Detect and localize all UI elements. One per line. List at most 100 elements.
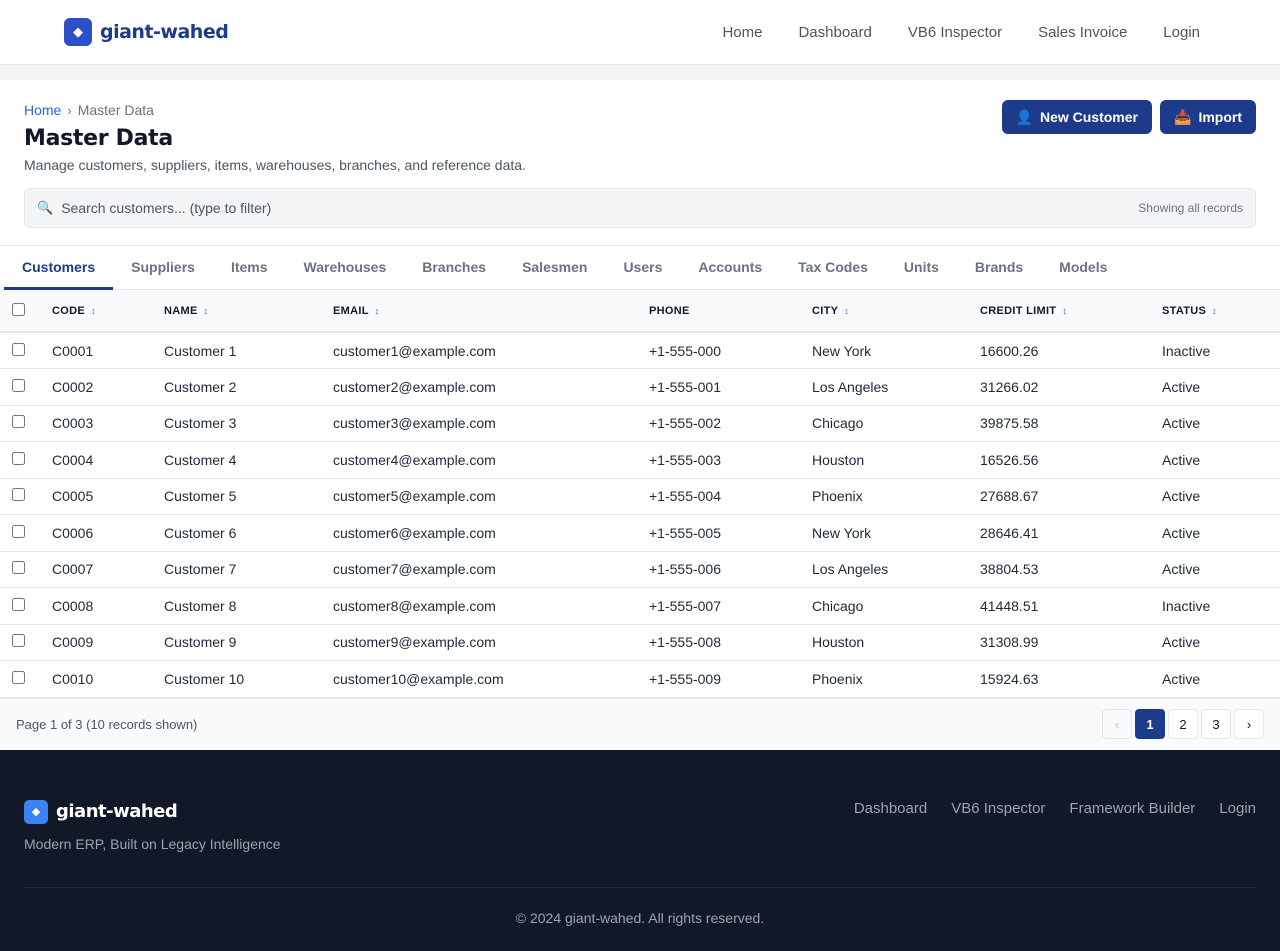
cell-status: Active bbox=[1162, 634, 1201, 651]
tab-models[interactable]: Models bbox=[1041, 246, 1125, 290]
row-checkbox[interactable] bbox=[12, 634, 25, 648]
cell-phone: +1-555-007 bbox=[649, 597, 722, 614]
cell-status: Active bbox=[1162, 561, 1201, 578]
row-checkbox[interactable] bbox=[12, 488, 25, 502]
master-data-tabs: Customers Suppliers Items Warehouses Bra… bbox=[0, 245, 1280, 290]
cell-name: Customer 8 bbox=[164, 597, 237, 614]
table-row[interactable]: C0007 Customer 7 customer7@example.com +1-5… bbox=[0, 551, 1280, 588]
cell-phone: +1-555-006 bbox=[649, 561, 722, 578]
row-checkbox[interactable] bbox=[12, 451, 25, 465]
cell-code: C0004 bbox=[52, 451, 94, 468]
cell-credit-limit: 38804.53 bbox=[980, 561, 1039, 578]
tab-units[interactable]: Units bbox=[886, 246, 957, 290]
sort-icon: ↕ bbox=[844, 305, 850, 316]
cell-code: C0007 bbox=[52, 561, 94, 578]
next-page-button[interactable]: › bbox=[1234, 709, 1264, 739]
cell-code: C0009 bbox=[52, 634, 94, 651]
search-icon: 🔍 bbox=[37, 200, 54, 215]
tab-customers[interactable]: Customers bbox=[4, 246, 114, 290]
pagination-info: Page 1 of 3 (10 records shown) bbox=[16, 716, 198, 732]
column-header-status[interactable]: Status ↕ bbox=[1162, 290, 1280, 332]
cell-name: Customer 5 bbox=[164, 488, 237, 505]
tab-suppliers[interactable]: Suppliers bbox=[113, 246, 213, 290]
tab-brands[interactable]: Brands bbox=[957, 246, 1041, 290]
row-select-cell bbox=[0, 624, 52, 661]
column-header-credit-limit[interactable]: Credit Limit ↕ bbox=[980, 290, 1162, 332]
row-checkbox[interactable] bbox=[12, 597, 25, 611]
cell-name: Customer 3 bbox=[164, 415, 237, 432]
tab-items[interactable]: Items bbox=[213, 246, 286, 290]
row-checkbox[interactable] bbox=[12, 524, 25, 538]
row-select-cell bbox=[0, 405, 52, 442]
table-header-row: Code ↕ Name ↕ Email ↕ Phone City ↕ Credit Li… bbox=[0, 290, 1280, 332]
select-all-checkbox[interactable] bbox=[12, 302, 25, 316]
cell-code: C0005 bbox=[52, 488, 94, 505]
column-header-phone: Phone bbox=[649, 304, 690, 317]
cell-city: Los Angeles bbox=[812, 378, 889, 395]
nav-dashboard[interactable]: Dashboard bbox=[798, 24, 871, 41]
tab-users[interactable]: Users bbox=[605, 246, 680, 290]
import-button[interactable]: 📥 Import bbox=[1160, 100, 1256, 134]
page-2-button[interactable]: 2 bbox=[1168, 709, 1198, 739]
cell-city: Houston bbox=[812, 634, 865, 651]
cell-phone: +1-555-001 bbox=[649, 378, 722, 395]
nav-sales-invoice[interactable]: Sales Invoice bbox=[1038, 24, 1127, 41]
sort-icon: ↕ bbox=[90, 305, 96, 316]
footer-brand[interactable]: ◆ giant-wahed bbox=[24, 799, 178, 824]
search-input[interactable] bbox=[61, 200, 1139, 216]
table-row[interactable]: C0009 Customer 9 customer9@example.com +1-5… bbox=[0, 624, 1280, 661]
prev-page-button[interactable]: ‹ bbox=[1102, 709, 1132, 739]
user-icon: 👤 bbox=[1015, 108, 1033, 125]
column-header-city[interactable]: City ↕ bbox=[812, 290, 980, 332]
cell-status: Active bbox=[1162, 378, 1201, 395]
footer-link-framework-builder[interactable]: Framework Builder bbox=[1069, 800, 1195, 817]
cell-credit-limit: 31308.99 bbox=[980, 634, 1039, 651]
row-checkbox[interactable] bbox=[12, 378, 25, 392]
cell-email: customer10@example.com bbox=[333, 670, 504, 687]
pagination-bar: Page 1 of 3 (10 records shown) ‹ 1 2 3 › bbox=[0, 697, 1280, 750]
row-checkbox[interactable] bbox=[12, 342, 25, 356]
tab-branches[interactable]: Branches bbox=[404, 246, 504, 290]
cell-phone: +1-555-005 bbox=[649, 524, 722, 541]
breadcrumb-home[interactable]: Home bbox=[24, 102, 61, 118]
cell-email: customer5@example.com bbox=[333, 488, 496, 505]
cell-city: New York bbox=[812, 342, 872, 359]
table-row[interactable]: C0010 Customer 10 customer10@example.com +1… bbox=[0, 661, 1280, 697]
nav-login[interactable]: Login bbox=[1163, 24, 1200, 41]
row-checkbox[interactable] bbox=[12, 561, 25, 575]
footer-link-dashboard[interactable]: Dashboard bbox=[854, 800, 927, 817]
cell-city: Chicago bbox=[812, 415, 864, 432]
page-1-button[interactable]: 1 bbox=[1135, 709, 1165, 739]
table-row[interactable]: C0006 Customer 6 customer6@example.com +1-5… bbox=[0, 515, 1280, 551]
row-select-cell bbox=[0, 551, 52, 588]
column-header-name[interactable]: Name ↕ bbox=[164, 290, 333, 332]
nav-home[interactable]: Home bbox=[722, 24, 762, 41]
footer-link-login[interactable]: Login bbox=[1219, 800, 1256, 817]
cell-email: customer3@example.com bbox=[333, 415, 496, 432]
new-customer-label: New Customer bbox=[1039, 109, 1138, 125]
tab-salesmen[interactable]: Salesmen bbox=[504, 246, 605, 290]
table-row[interactable]: C0001 Customer 1 customer1@example.com +1-5… bbox=[0, 332, 1280, 369]
table-row[interactable]: C0008 Customer 8 customer8@example.com +1-5… bbox=[0, 588, 1280, 624]
new-customer-button[interactable]: 👤 New Customer bbox=[1001, 100, 1152, 134]
table-row[interactable]: C0003 Customer 3 customer3@example.com +1-5… bbox=[0, 405, 1280, 442]
tab-warehouses[interactable]: Warehouses bbox=[286, 246, 405, 290]
footer-link-vb6-inspector[interactable]: VB6 Inspector bbox=[951, 800, 1045, 817]
tab-accounts[interactable]: Accounts bbox=[680, 246, 780, 290]
brand-logo[interactable]: ◆ giant-wahed bbox=[64, 18, 229, 46]
footer-nav: Dashboard VB6 Inspector Framework Builde… bbox=[854, 800, 1256, 817]
tab-tax-codes[interactable]: Tax Codes bbox=[780, 246, 886, 290]
column-header-code[interactable]: Code ↕ bbox=[52, 290, 164, 332]
nav-vb6-inspector[interactable]: VB6 Inspector bbox=[908, 24, 1002, 41]
row-select-cell bbox=[0, 332, 52, 369]
cell-credit-limit: 16600.26 bbox=[980, 342, 1039, 359]
page-3-button[interactable]: 3 bbox=[1201, 709, 1231, 739]
row-select-cell bbox=[0, 369, 52, 406]
table-row[interactable]: C0005 Customer 5 customer5@example.com +1-5… bbox=[0, 478, 1280, 515]
row-checkbox[interactable] bbox=[12, 415, 25, 429]
cell-credit-limit: 15924.63 bbox=[980, 670, 1039, 687]
row-checkbox[interactable] bbox=[12, 670, 25, 684]
table-row[interactable]: C0004 Customer 4 customer4@example.com +1-5… bbox=[0, 442, 1280, 478]
table-row[interactable]: C0002 Customer 2 customer2@example.com +1-5… bbox=[0, 369, 1280, 406]
column-header-email[interactable]: Email ↕ bbox=[333, 290, 649, 332]
